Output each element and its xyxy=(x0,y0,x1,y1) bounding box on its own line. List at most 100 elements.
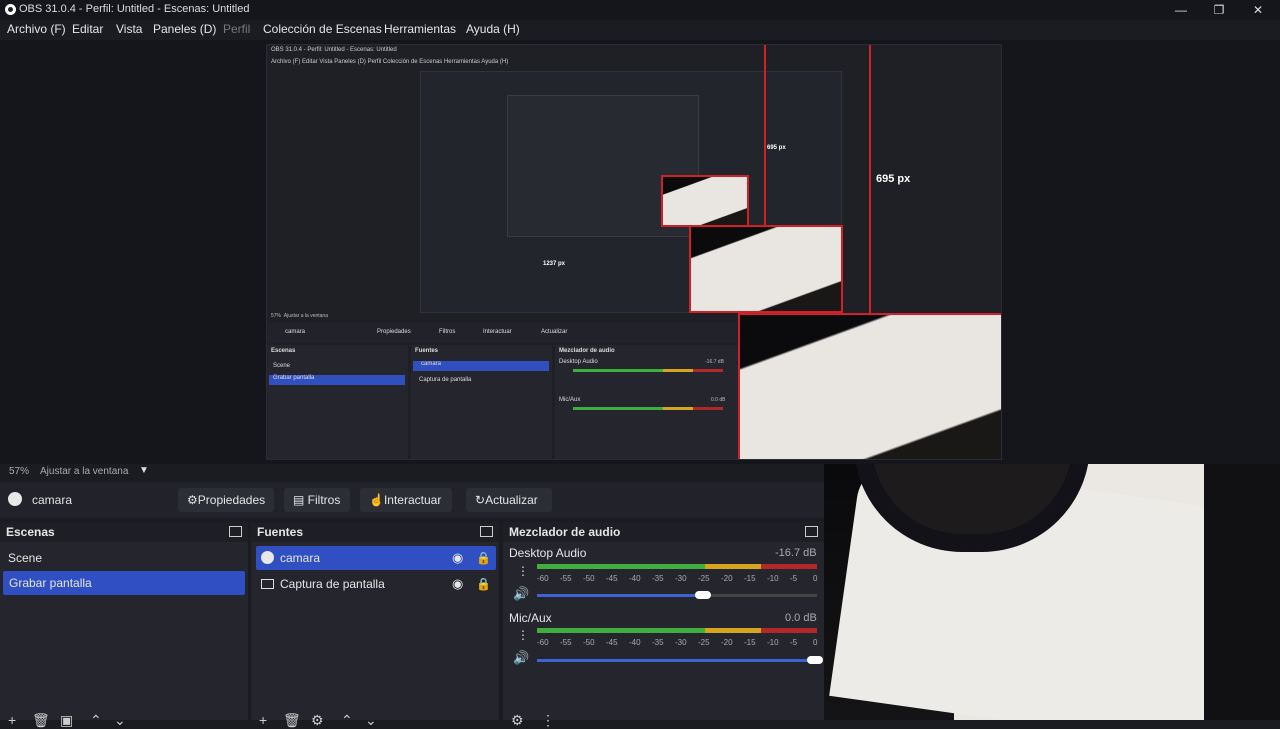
scene-filter-icon[interactable]: ▣ xyxy=(60,712,73,729)
delete-scene-icon[interactable]: 🗑 xyxy=(32,712,50,729)
meter-tick-label: -15 xyxy=(744,638,756,647)
interact-button[interactable]: ☝Interactuar xyxy=(360,488,452,512)
channel-name-mic: Mic/Aux xyxy=(509,611,552,625)
source-label: Captura de pantalla xyxy=(280,577,385,591)
zoom-dropdown-icon[interactable]: ▼ xyxy=(139,465,149,476)
menu-editar[interactable]: Editar xyxy=(72,22,103,36)
desktop-volume-knob[interactable] xyxy=(695,591,711,599)
nested-interact: Interactuar xyxy=(483,329,512,335)
meter-tick-label: -20 xyxy=(721,638,733,647)
webcam-video xyxy=(824,464,1280,720)
delete-source-icon[interactable]: 🗑 xyxy=(283,712,301,729)
mixer-settings-icon[interactable]: ⚙ xyxy=(511,712,524,729)
desktop-volume-slider[interactable] xyxy=(537,594,817,597)
gear-icon: ⚙ xyxy=(187,493,198,507)
menu-coleccion-escenas[interactable]: Colección de Escenas xyxy=(263,22,382,36)
nested-source-item: Captura de pantalla xyxy=(419,377,472,383)
mic-volume-knob[interactable] xyxy=(807,656,823,664)
visibility-eye-icon[interactable]: ◉ xyxy=(452,572,463,596)
sources-dock-header: Fuentes xyxy=(251,522,499,542)
source-settings-icon[interactable]: ⚙ xyxy=(311,712,324,729)
meter-tick-label: -40 xyxy=(629,574,641,583)
move-down-icon[interactable]: ⌄ xyxy=(114,712,126,729)
move-up-icon[interactable]: ⌃ xyxy=(341,712,353,729)
nested-mic-db: 0.0 dB xyxy=(711,397,726,403)
menu-archivo[interactable]: Archivo (F) xyxy=(7,22,66,36)
nested-desktop-db: -16.7 dB xyxy=(705,359,724,365)
height-guide-line-2 xyxy=(764,45,766,225)
meter-tick-label: 0 xyxy=(813,574,818,583)
lock-icon[interactable]: 🔒 xyxy=(476,572,491,596)
nested-source-name: camara xyxy=(285,329,306,335)
mixer-dock-header: Mezclador de audio xyxy=(503,522,824,542)
meter-tick-label: -25 xyxy=(698,574,710,583)
zoom-mode-label[interactable]: Ajustar a la ventana xyxy=(40,466,128,477)
meter-tick-label: -5 xyxy=(790,638,798,647)
move-down-icon[interactable]: ⌄ xyxy=(365,712,377,729)
meter-tick-label: -60 xyxy=(537,574,549,583)
menu-perfil[interactable]: Perfil xyxy=(223,22,250,36)
preview-status-row: 57% Ajustar a la ventana ▼ xyxy=(0,464,824,480)
undock-icon[interactable] xyxy=(805,526,818,537)
undock-icon[interactable] xyxy=(229,526,242,537)
filters-button[interactable]: ▤ Filtros xyxy=(284,488,350,512)
menu-ayuda[interactable]: Ayuda (H) xyxy=(466,22,520,36)
menu-herramientas[interactable]: Herramientas xyxy=(384,22,456,36)
title-bar: OBS 31.0.4 - Perfil: Untitled - Escenas:… xyxy=(0,0,1280,20)
nested-obs-capture: OBS 31.0.4 - Perfil: Untitled - Escenas:… xyxy=(266,44,1002,460)
lock-icon[interactable]: 🔒 xyxy=(476,546,491,570)
scenes-title: Escenas xyxy=(6,525,55,539)
source-item-captura[interactable]: Captura de pantalla ◉ 🔒 xyxy=(256,572,496,596)
minimize-button[interactable]: — xyxy=(1172,2,1190,18)
source-item-camara[interactable]: camara ◉ 🔒 xyxy=(256,546,496,570)
pointer-icon: ☝ xyxy=(369,493,384,507)
channel-name-desktop: Desktop Audio xyxy=(509,546,587,560)
nested-camera-frame-small xyxy=(661,175,749,227)
obs-logo-icon xyxy=(5,4,16,15)
channel-db-mic: 0.0 dB xyxy=(785,612,817,624)
nested-desktop-meter xyxy=(573,369,723,372)
menu-paneles[interactable]: Paneles (D) xyxy=(153,22,216,36)
maximize-button[interactable]: ❐ xyxy=(1210,2,1228,18)
move-up-icon[interactable]: ⌃ xyxy=(90,712,102,729)
filter-icon: ▤ xyxy=(293,493,308,507)
refresh-label: Actualizar xyxy=(485,493,538,507)
undock-icon[interactable] xyxy=(480,526,493,537)
nested-sources-title: Fuentes xyxy=(415,348,439,354)
speaker-icon[interactable]: 🔊 xyxy=(513,650,529,666)
mixer-title: Mezclador de audio xyxy=(509,525,621,539)
meter-tick-label: 0 xyxy=(813,638,818,647)
properties-button[interactable]: ⚙Propiedades xyxy=(178,488,274,512)
meter-tick-label: -30 xyxy=(675,574,687,583)
scenes-dock-header: Escenas xyxy=(0,522,248,542)
nested-source-item-selected: camara xyxy=(413,361,549,371)
mic-volume-slider[interactable] xyxy=(537,659,817,662)
close-button[interactable]: ✕ xyxy=(1249,2,1267,18)
mixer-menu-icon[interactable]: ⋮ xyxy=(541,712,555,729)
scene-item-scene[interactable]: Scene xyxy=(2,546,246,570)
nested-camera-frame-medium xyxy=(689,225,843,313)
monitor-icon xyxy=(261,579,274,589)
channel-menu-icon[interactable]: ⋮ xyxy=(517,628,529,642)
meter-tick-label: -60 xyxy=(537,638,549,647)
speaker-icon[interactable]: 🔊 xyxy=(513,586,529,602)
audio-mixer-dock: Mezclador de audio Desktop Audio -16.7 d… xyxy=(503,522,824,728)
meter-tick-label: -25 xyxy=(698,638,710,647)
interact-label: Interactuar xyxy=(383,493,442,507)
add-source-icon[interactable]: + xyxy=(259,712,267,728)
channel-menu-icon[interactable]: ⋮ xyxy=(517,564,529,578)
zoom-percent: 57% xyxy=(9,466,30,477)
visibility-eye-icon[interactable]: ◉ xyxy=(452,546,463,570)
sources-dock: Fuentes camara ◉ 🔒 Captura de pantalla ◉… xyxy=(251,522,499,728)
nested-zoom: 57% Ajustar a la ventana xyxy=(271,313,328,319)
refresh-button[interactable]: ↻Actualizar xyxy=(466,488,552,512)
meter-tick-label: -20 xyxy=(721,574,733,583)
add-scene-icon[interactable]: + xyxy=(8,712,16,728)
camera-source-icon xyxy=(8,492,22,506)
channel-db-desktop: -16.7 dB xyxy=(775,547,817,559)
meter-tick-label: -45 xyxy=(606,638,618,647)
meter-tick-label: -35 xyxy=(652,574,664,583)
nested-scene-item-selected: Grabar pantalla xyxy=(269,375,405,385)
menu-vista[interactable]: Vista xyxy=(116,22,142,36)
scene-item-grabar-pantalla[interactable]: Grabar pantalla xyxy=(3,571,245,595)
